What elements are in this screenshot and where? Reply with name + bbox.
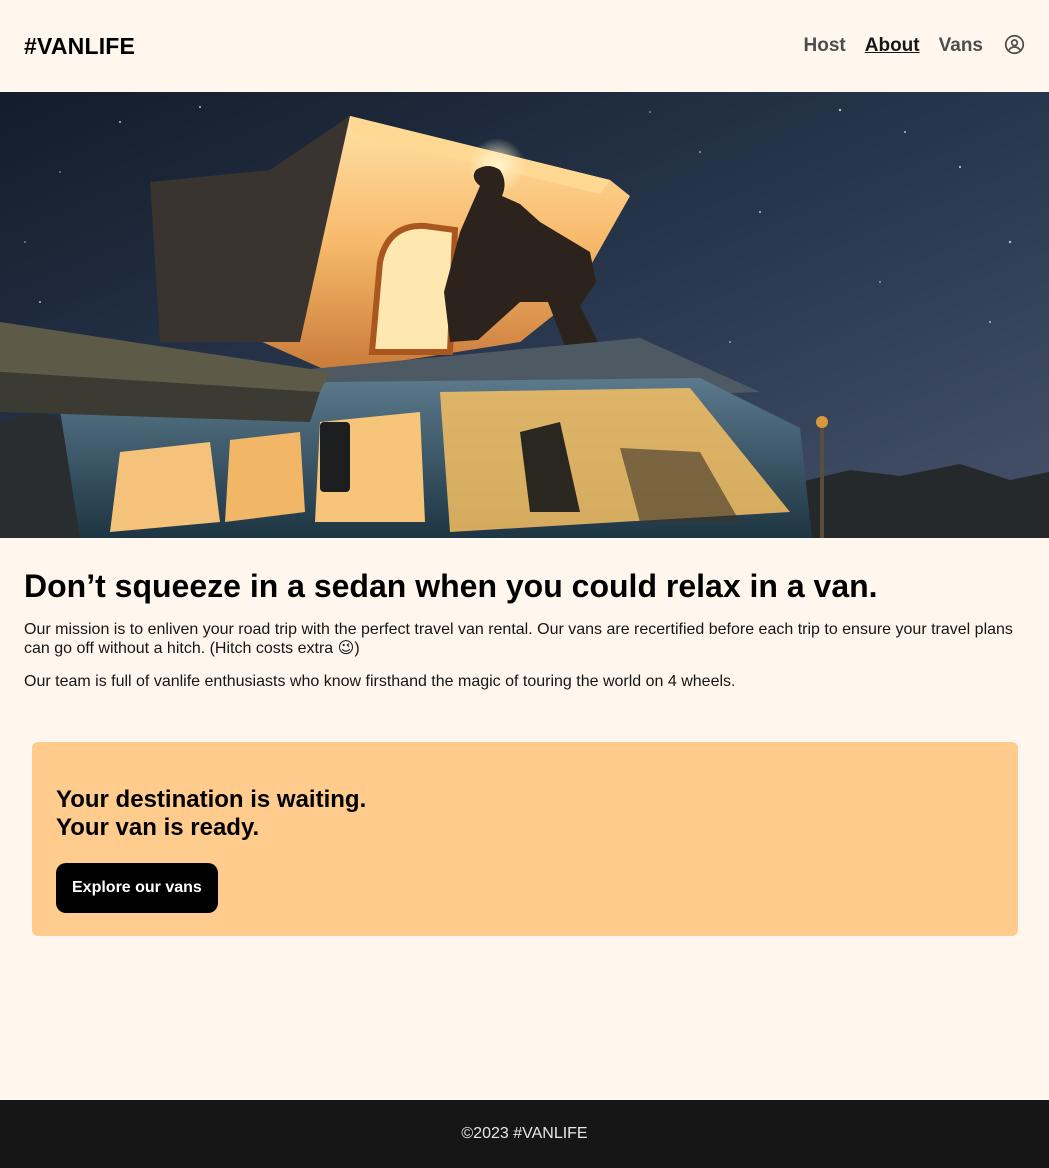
site-footer: ©2023 #VANLIFE [0, 1100, 1049, 1168]
nav-link-vans[interactable]: Vans [939, 35, 983, 57]
user-circle-icon[interactable] [1004, 34, 1025, 55]
nav-link-about[interactable]: About [865, 35, 920, 57]
cta-line-1: Your destination is waiting. [56, 786, 367, 813]
about-content: Don’t squeeze in a sedan when you could … [0, 538, 1049, 691]
site-header: #VANLIFE Host About Vans [0, 0, 1049, 92]
team-paragraph: Our team is full of vanlife enthusiasts … [24, 673, 736, 690]
about-page: #VANLIFE Host About Vans Don’t squeeze i… [0, 0, 1049, 1168]
footer-copyright: ©2023 #VANLIFE [461, 1125, 588, 1142]
nav-link-host[interactable]: Host [804, 35, 846, 57]
explore-vans-button[interactable]: Explore our vans [56, 863, 218, 913]
mission-paragraph: Our mission is to enliven your road trip… [24, 621, 1013, 657]
main-nav: Host About Vans [785, 34, 1025, 57]
night-camper-van-photo [0, 92, 1049, 538]
page-title: Don’t squeeze in a sedan when you could … [24, 568, 878, 604]
hero-image [0, 92, 1049, 538]
cta-card: Your destination is waiting. Your van is… [32, 742, 1018, 936]
cta-line-2: Your van is ready. [56, 814, 260, 841]
site-logo[interactable]: #VANLIFE [24, 33, 135, 60]
cta-heading: Your destination is waiting. Your van is… [56, 786, 994, 842]
